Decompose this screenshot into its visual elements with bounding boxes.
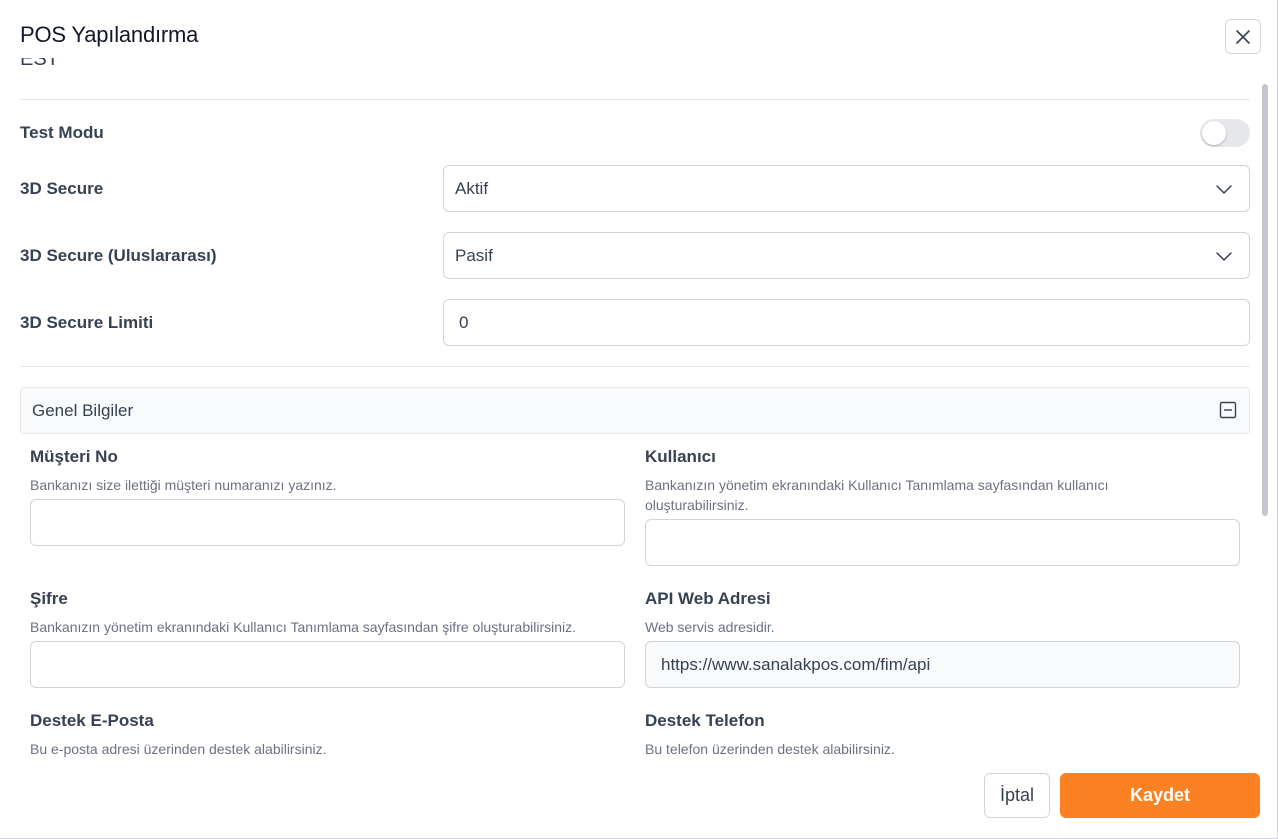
support-phone-help: Bu telefon üzerinden destek alabilirsini… <box>645 741 895 757</box>
secure-3d-limit-input[interactable]: 0 <box>443 299 1250 346</box>
customer-no-input[interactable] <box>30 499 625 546</box>
section-title-clipped: EST <box>20 58 59 70</box>
secure-3d-limit-value: 0 <box>459 312 469 332</box>
support-phone-label: Destek Telefon <box>645 711 765 730</box>
support-email-help: Bu e-posta adresi üzerinden destek alabi… <box>30 741 327 757</box>
divider <box>20 366 1250 367</box>
secure-3d-intl-label: 3D Secure (Uluslararası) <box>20 246 217 265</box>
divider <box>20 99 1250 100</box>
chevron-down-icon <box>1216 185 1232 194</box>
customer-no-label: Müşteri No <box>30 447 118 466</box>
support-email-label: Destek E-Posta <box>30 711 154 730</box>
test-mode-toggle[interactable] <box>1200 119 1250 147</box>
general-info-panel-header[interactable]: Genel Bilgiler <box>20 387 1250 434</box>
api-url-value: https://www.sanalakpos.com/fim/api <box>661 654 931 674</box>
test-mode-label: Test Modu <box>20 123 104 142</box>
save-button[interactable]: Kaydet <box>1060 773 1260 818</box>
modal-title: POS Yapılandırma <box>20 22 199 47</box>
secure-3d-limit-label: 3D Secure Limiti <box>20 313 154 332</box>
secure-3d-label: 3D Secure <box>20 179 104 198</box>
collapse-button[interactable] <box>1219 401 1237 424</box>
user-help-line1: Bankanızın yönetim ekranındaki Kullanıcı… <box>645 477 1109 493</box>
secure-3d-select[interactable]: Aktif <box>443 165 1250 212</box>
user-input[interactable] <box>645 519 1240 566</box>
user-label: Kullanıcı <box>645 447 716 466</box>
scrollbar-thumb[interactable] <box>1262 84 1268 516</box>
minus-square-icon <box>1219 401 1237 419</box>
toggle-knob <box>1202 121 1226 145</box>
chevron-down-icon <box>1216 252 1232 261</box>
modal-body[interactable]: EST Test Modu 3D Secure Aktif 3D Secure … <box>0 58 1270 760</box>
password-help: Bankanızın yönetim ekranındaki Kullanıcı… <box>30 619 577 635</box>
close-button[interactable] <box>1225 19 1261 54</box>
user-help-line2: oluşturabilirsiniz. <box>645 497 749 513</box>
close-icon <box>1236 29 1250 44</box>
api-url-label: API Web Adresi <box>645 589 771 608</box>
customer-no-help: Bankanızı size ilettiği müşteri numaranı… <box>30 477 337 493</box>
api-url-help: Web servis adresidir. <box>645 619 775 635</box>
pos-config-modal: POS Yapılandırma EST Test Modu 3D Secure… <box>0 0 1278 839</box>
password-input[interactable] <box>30 641 625 688</box>
password-label: Şifre <box>30 589 68 608</box>
cancel-button[interactable]: İptal <box>984 773 1050 818</box>
secure-3d-intl-value: Pasif <box>455 245 493 265</box>
secure-3d-value: Aktif <box>455 178 489 198</box>
api-url-input[interactable]: https://www.sanalakpos.com/fim/api <box>645 641 1240 688</box>
secure-3d-intl-select[interactable]: Pasif <box>443 232 1250 279</box>
panel-title: Genel Bilgiler <box>32 401 134 420</box>
